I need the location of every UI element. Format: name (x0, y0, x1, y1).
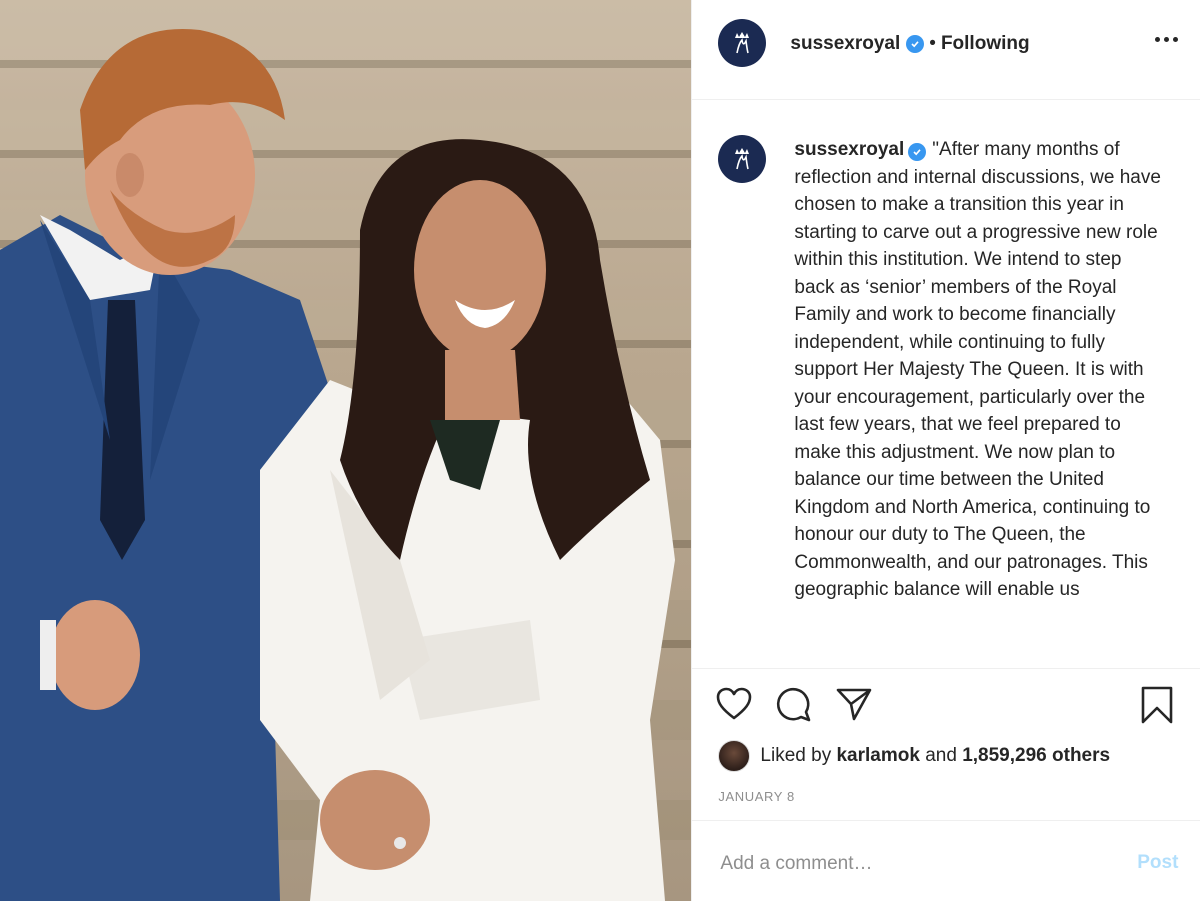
caption-text: "After many months of reflection and int… (794, 139, 1161, 600)
comment-bar: Post (692, 820, 1200, 902)
caption-username[interactable]: sussexroyal (794, 139, 904, 160)
post-header: sussexroyal • Following (692, 0, 1200, 100)
liker-avatar[interactable] (718, 740, 751, 772)
liker-username[interactable]: karlamok (836, 745, 919, 767)
instagram-post: sussexroyal • Following sussexroyal "Afte… (0, 0, 1200, 901)
header-user-info: sussexroyal • Following (790, 33, 1029, 55)
post-photo[interactable] (0, 0, 692, 901)
royal-monogram-icon (735, 32, 750, 54)
royal-monogram-icon (735, 148, 750, 170)
paper-plane-icon[interactable] (836, 687, 872, 726)
likes-count[interactable]: 1,859,296 others (962, 745, 1110, 767)
bookmark-icon[interactable] (1140, 686, 1174, 729)
post-comment-button[interactable]: Post (1137, 852, 1178, 874)
verified-badge-icon (906, 35, 925, 53)
couple-photo-illustration (0, 0, 692, 901)
post-date[interactable]: JANUARY 8 (718, 789, 794, 804)
post-side-panel: sussexroyal • Following sussexroyal "Afte… (691, 0, 1200, 901)
comment-input[interactable] (718, 849, 1103, 879)
likes-connector: and (925, 745, 957, 766)
verified-badge-icon (908, 143, 927, 161)
profile-avatar[interactable] (718, 19, 767, 67)
action-bar: Liked by karlamok and 1,859,296 others J… (692, 668, 1200, 821)
likes-prefix: Liked by (760, 745, 832, 766)
header-username[interactable]: sussexroyal (790, 33, 900, 55)
caption-section: sussexroyal "After many months of reflect… (692, 100, 1200, 668)
likes-summary: Liked by karlamok and 1,859,296 others (718, 740, 1110, 772)
heart-icon[interactable] (716, 687, 752, 726)
comment-bubble-icon[interactable] (776, 687, 812, 728)
following-button[interactable]: Following (941, 33, 1030, 55)
more-options-icon[interactable] (1155, 37, 1178, 42)
caption-text-block: sussexroyal "After many months of reflect… (794, 136, 1166, 604)
separator-dot: • (929, 33, 936, 54)
caption-avatar[interactable] (718, 135, 767, 183)
